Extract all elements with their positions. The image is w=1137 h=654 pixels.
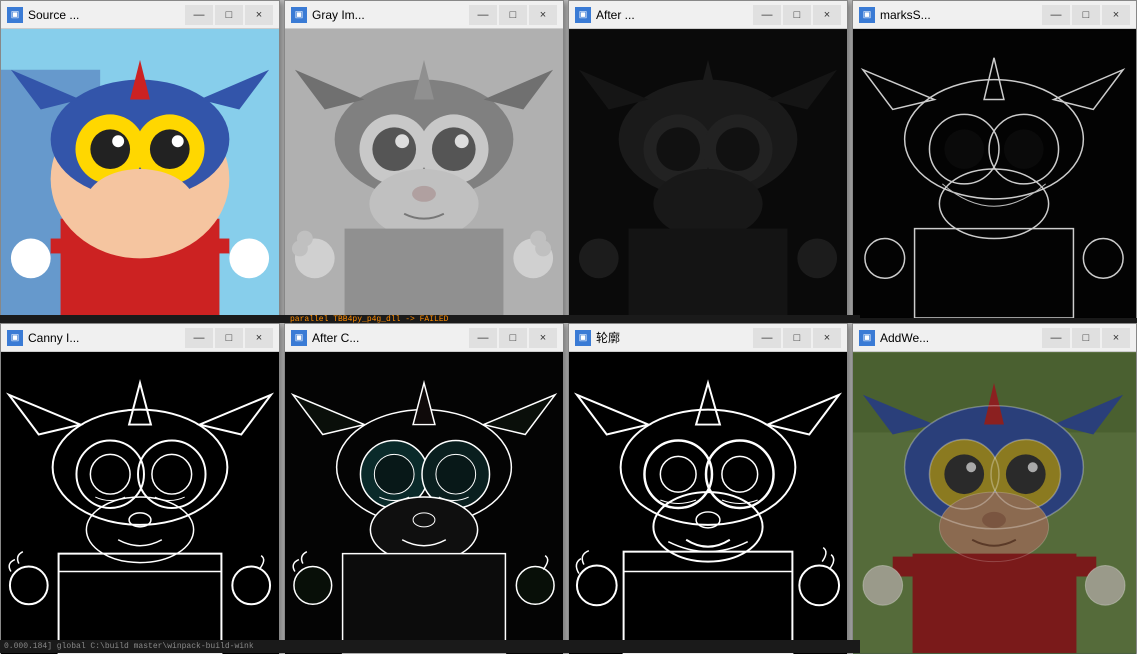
marks-window: ▣ marksS... — □ ×: [852, 0, 1137, 318]
after-minimize[interactable]: —: [753, 5, 781, 25]
gray-title: Gray Im...: [312, 8, 469, 22]
canny-maximize[interactable]: □: [215, 328, 243, 348]
source-controls: — □ ×: [185, 5, 273, 25]
canny-image: 0.0e0.184) global C:\build master\winpac…: [1, 352, 279, 654]
console-text-bottom: 0.000.184] global C:\build master\winpac…: [0, 642, 254, 651]
marks-minimize[interactable]: —: [1042, 5, 1070, 25]
canny-close[interactable]: ×: [245, 328, 273, 348]
contour-icon: ▣: [575, 330, 591, 346]
source-titlebar[interactable]: ▣ Source ... — □ ×: [1, 1, 279, 29]
source-icon: ▣: [7, 7, 23, 23]
contour-image: [569, 352, 847, 654]
canny-icon: ▣: [7, 330, 23, 346]
canny-controls: — □ ×: [185, 328, 273, 348]
console-strip-bottom: 0.000.184] global C:\build master\winpac…: [0, 640, 860, 653]
gray-titlebar[interactable]: ▣ Gray Im... — □ ×: [285, 1, 563, 29]
after-controls: — □ ×: [753, 5, 841, 25]
gray-window: ▣ Gray Im... — □ ×: [284, 0, 564, 318]
marks-image: [853, 29, 1136, 319]
addwe-maximize[interactable]: □: [1072, 328, 1100, 348]
gray-maximize[interactable]: □: [499, 5, 527, 25]
source-maximize[interactable]: □: [215, 5, 243, 25]
gray-minimize[interactable]: —: [469, 5, 497, 25]
source-image: [1, 29, 279, 319]
contour-window: ▣ 轮廓 — □ ×: [568, 323, 848, 653]
addwe-controls: — □ ×: [1042, 328, 1130, 348]
source-window: ▣ Source ... — □ ×: [0, 0, 280, 318]
desktop: ▣ Source ... — □ ×: [0, 0, 1137, 653]
marks-title: marksS...: [880, 8, 1042, 22]
source-title: Source ...: [28, 8, 185, 22]
afterc-title: After C...: [312, 331, 469, 345]
after-image: [569, 29, 847, 319]
contour-maximize[interactable]: □: [783, 328, 811, 348]
marks-controls: — □ ×: [1042, 5, 1130, 25]
afterc-controls: — □ ×: [469, 328, 557, 348]
marks-titlebar[interactable]: ▣ marksS... — □ ×: [853, 1, 1136, 29]
addwe-image: [853, 352, 1136, 654]
marks-close[interactable]: ×: [1102, 5, 1130, 25]
after-maximize[interactable]: □: [783, 5, 811, 25]
gray-icon: ▣: [291, 7, 307, 23]
afterc-close[interactable]: ×: [529, 328, 557, 348]
addwe-window: ▣ AddWe... — □ ×: [852, 323, 1137, 653]
contour-controls: — □ ×: [753, 328, 841, 348]
console-strip-top: parallel TBB4py_p4g_dll -> FAILED: [0, 315, 860, 323]
contour-minimize[interactable]: —: [753, 328, 781, 348]
addwe-minimize[interactable]: —: [1042, 328, 1070, 348]
after-title: After ...: [596, 8, 753, 22]
after-window: ▣ After ... — □ ×: [568, 0, 848, 318]
source-close[interactable]: ×: [245, 5, 273, 25]
marks-icon: ▣: [859, 7, 875, 23]
gray-close[interactable]: ×: [529, 5, 557, 25]
canny-title: Canny I...: [28, 331, 185, 345]
gray-image: [285, 29, 563, 319]
contour-titlebar[interactable]: ▣ 轮廓 — □ ×: [569, 324, 847, 352]
afterc-icon: ▣: [291, 330, 307, 346]
after-icon: ▣: [575, 7, 591, 23]
contour-title: 轮廓: [596, 329, 753, 346]
afterc-window: ▣ After C... — □ ×: [284, 323, 564, 653]
addwe-icon: ▣: [859, 330, 875, 346]
after-close[interactable]: ×: [813, 5, 841, 25]
console-text-top: parallel TBB4py_p4g_dll -> FAILED: [0, 315, 448, 324]
afterc-image: [285, 352, 563, 654]
marks-maximize[interactable]: □: [1072, 5, 1100, 25]
canny-titlebar[interactable]: ▣ Canny I... — □ ×: [1, 324, 279, 352]
contour-close[interactable]: ×: [813, 328, 841, 348]
source-minimize[interactable]: —: [185, 5, 213, 25]
afterc-minimize[interactable]: —: [469, 328, 497, 348]
canny-window: ▣ Canny I... — □ ×: [0, 323, 280, 653]
gray-controls: — □ ×: [469, 5, 557, 25]
after-titlebar[interactable]: ▣ After ... — □ ×: [569, 1, 847, 29]
afterc-maximize[interactable]: □: [499, 328, 527, 348]
addwe-close[interactable]: ×: [1102, 328, 1130, 348]
addwe-title: AddWe...: [880, 331, 1042, 345]
addwe-titlebar[interactable]: ▣ AddWe... — □ ×: [853, 324, 1136, 352]
canny-minimize[interactable]: —: [185, 328, 213, 348]
afterc-titlebar[interactable]: ▣ After C... — □ ×: [285, 324, 563, 352]
